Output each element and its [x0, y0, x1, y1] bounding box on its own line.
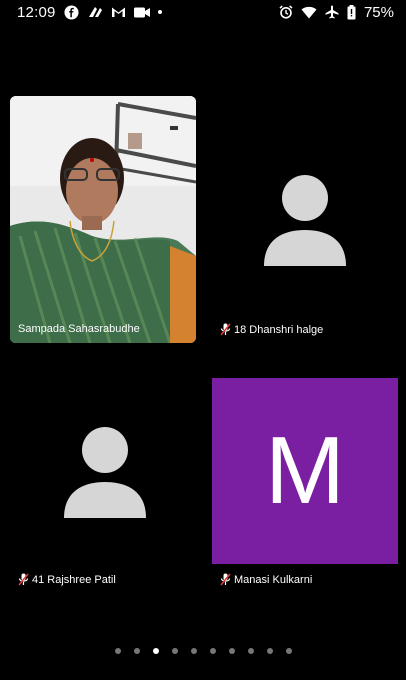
page-dot[interactable] [209, 648, 216, 654]
alarm-icon [279, 5, 293, 19]
participant-name-label: 18 Dhanshri halge [220, 323, 323, 336]
participant-name-label: Sampada Sahasrabudhe [18, 323, 140, 335]
wifi-icon [301, 6, 317, 19]
participant-tile-video[interactable]: Sampada Sahasrabudhe [10, 96, 196, 343]
page-dot[interactable] [152, 648, 159, 654]
tool-icon [87, 5, 103, 19]
status-bar: 12:09 75% [0, 0, 406, 24]
status-left: 12:09 [17, 4, 162, 21]
dot-icon [157, 10, 162, 14]
mic-muted-icon [220, 323, 231, 336]
page-indicator[interactable] [0, 646, 406, 656]
participant-name-label: 41 Rajshree Patil [18, 573, 116, 586]
gmail-icon [111, 6, 126, 18]
participant-name: 18 Dhanshri halge [234, 323, 324, 336]
participant-initial: M [265, 417, 345, 524]
airplane-icon [325, 5, 339, 19]
page-dot[interactable] [285, 648, 292, 654]
participant-name: 41 Rajshree Patil [32, 573, 116, 586]
page-dot[interactable] [114, 648, 121, 654]
page-dot[interactable] [190, 648, 197, 654]
participant-name: Manasi Kulkarni [234, 573, 313, 586]
page-dot[interactable] [266, 648, 273, 654]
mic-muted-icon [18, 573, 29, 586]
participant-tile-placeholder[interactable]: 18 Dhanshri halge [212, 96, 398, 343]
participant-tile-initial[interactable]: M [212, 378, 398, 564]
facebook-icon [64, 4, 79, 20]
person-placeholder-icon [264, 175, 346, 266]
page-dot[interactable] [133, 648, 140, 654]
video-icon [133, 7, 150, 18]
mic-muted-icon [220, 573, 231, 586]
participant-video-frame [10, 96, 196, 343]
page-dot[interactable] [228, 648, 235, 654]
participant-tile-placeholder[interactable]: 41 Rajshree Patil [10, 378, 196, 588]
participant-name-label: Manasi Kulkarni [220, 573, 312, 586]
page-dot[interactable] [171, 648, 178, 654]
page-dot[interactable] [247, 648, 254, 654]
participant-name: Sampada Sahasrabudhe [18, 323, 140, 335]
battery-icon [347, 4, 356, 20]
person-placeholder-icon [64, 427, 146, 518]
battery-level: 75% [363, 3, 394, 21]
status-time: 12:09 [17, 3, 56, 21]
status-right: 75% [279, 4, 394, 21]
